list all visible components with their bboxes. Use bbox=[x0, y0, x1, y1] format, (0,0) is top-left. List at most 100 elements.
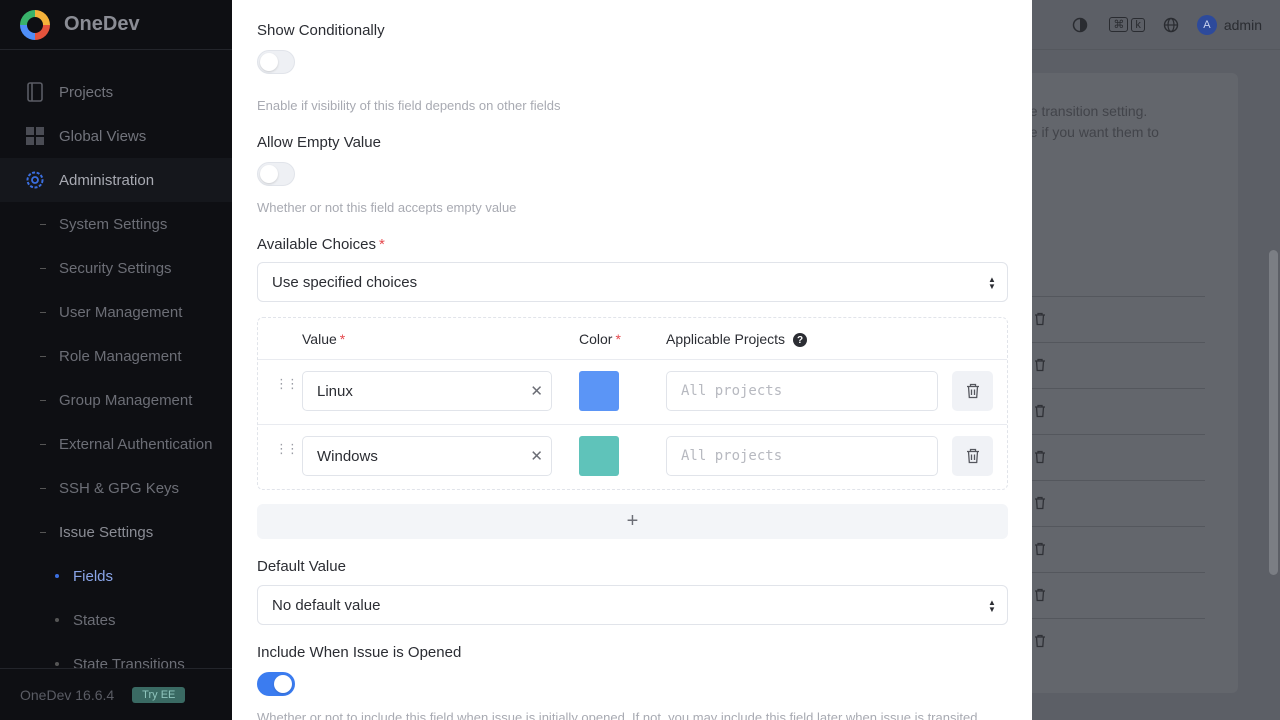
available-choices-label: Available Choices * bbox=[257, 236, 385, 253]
sidebar-item-label: States bbox=[73, 611, 116, 629]
header-text: Value bbox=[302, 331, 337, 347]
sidebar-item-label: User Management bbox=[59, 303, 183, 321]
column-header-color: Color * bbox=[579, 331, 621, 347]
sidebar-item-projects[interactable]: Projects bbox=[0, 70, 232, 114]
select-value: No default value bbox=[272, 596, 381, 614]
include-when-opened-label: Include When Issue is Opened bbox=[257, 644, 462, 661]
sidebar-item-ssh-gpg-keys[interactable]: SSH & GPG Keys bbox=[0, 466, 232, 510]
sidebar-item-label: Issue Settings bbox=[59, 523, 154, 541]
applicable-projects-input[interactable]: All projects bbox=[666, 436, 938, 476]
version-label: OneDev 16.6.4 bbox=[20, 686, 115, 703]
sidebar-nav: Projects Global Views Administration Sys… bbox=[0, 50, 232, 686]
dash-icon bbox=[40, 311, 46, 313]
label-text: Available Choices bbox=[257, 236, 376, 253]
select-value: Use specified choices bbox=[272, 273, 418, 291]
color-swatch[interactable] bbox=[579, 436, 619, 476]
trash-icon bbox=[1035, 588, 1045, 602]
user-menu[interactable]: A admin bbox=[1196, 14, 1262, 35]
sort-caret-icon: ▲ ▼ bbox=[988, 598, 996, 614]
include-when-opened-toggle[interactable] bbox=[257, 672, 295, 696]
dash-icon bbox=[40, 355, 46, 357]
show-conditionally-label: Show Conditionally bbox=[257, 22, 385, 39]
sidebar-item-label: SSH & GPG Keys bbox=[59, 479, 180, 497]
trash-icon bbox=[1035, 312, 1045, 326]
table-row: ⋮⋮ Linux ✕ All projects bbox=[258, 359, 1007, 424]
command-palette-shortcut[interactable]: ⌘ k bbox=[1106, 17, 1145, 32]
sidebar: OneDev Projects Global Views Administrat… bbox=[0, 0, 232, 720]
background-text: ue transition setting. bbox=[1022, 103, 1148, 119]
page-scrollbar[interactable] bbox=[1269, 250, 1278, 575]
dash-icon bbox=[40, 223, 46, 225]
required-mark: * bbox=[378, 236, 385, 253]
trash-icon bbox=[966, 383, 979, 399]
trash-icon bbox=[1035, 542, 1045, 556]
onedev-logo-icon bbox=[20, 9, 50, 40]
brand[interactable]: OneDev bbox=[0, 0, 232, 50]
sidebar-item-group-management[interactable]: Group Management bbox=[0, 378, 232, 422]
delete-row-button[interactable] bbox=[952, 371, 993, 411]
avatar: A bbox=[1196, 14, 1217, 35]
user-name: admin bbox=[1223, 16, 1262, 33]
sidebar-item-global-views[interactable]: Global Views bbox=[0, 114, 232, 158]
required-mark: * bbox=[339, 331, 346, 347]
header-text: Color bbox=[579, 331, 613, 347]
add-choice-button[interactable]: + bbox=[257, 504, 1008, 539]
drag-handle-icon[interactable]: ⋮⋮ bbox=[275, 376, 299, 391]
header-text: Applicable Projects bbox=[666, 331, 786, 347]
sidebar-item-label: External Authentication bbox=[59, 435, 213, 453]
trash-icon bbox=[1035, 404, 1045, 418]
trash-icon bbox=[1035, 634, 1045, 648]
required-mark: * bbox=[615, 331, 621, 347]
sidebar-item-role-management[interactable]: Role Management bbox=[0, 334, 232, 378]
applicable-projects-input[interactable]: All projects bbox=[666, 371, 938, 411]
theme-toggle-icon[interactable] bbox=[1072, 17, 1088, 33]
available-choices-select[interactable]: Use specified choices ▲ ▼ bbox=[257, 262, 1008, 302]
sidebar-item-fields[interactable]: Fields bbox=[0, 554, 232, 598]
globe-icon[interactable] bbox=[1163, 17, 1179, 33]
allow-empty-label: Allow Empty Value bbox=[257, 134, 381, 151]
dot-icon bbox=[55, 574, 59, 578]
help-icon[interactable]: ? bbox=[793, 333, 808, 348]
sidebar-item-security-settings[interactable]: Security Settings bbox=[0, 246, 232, 290]
show-conditionally-hint: Enable if visibility of this field depen… bbox=[257, 98, 561, 113]
try-ee-badge[interactable]: Try EE bbox=[132, 686, 186, 703]
column-header-value: Value * bbox=[302, 331, 345, 347]
choice-value-input[interactable]: Linux ✕ bbox=[302, 371, 552, 411]
delete-row-button[interactable] bbox=[952, 436, 993, 476]
trash-icon bbox=[966, 448, 979, 464]
kbd-k: k bbox=[1131, 17, 1145, 32]
table-row: ⋮⋮ Windows ✕ All projects bbox=[258, 424, 1007, 489]
trash-icon bbox=[1035, 358, 1045, 372]
sidebar-item-label: Role Management bbox=[59, 347, 182, 365]
grid-icon bbox=[25, 126, 45, 146]
default-value-select[interactable]: No default value ▲ ▼ bbox=[257, 585, 1008, 625]
clear-icon[interactable]: ✕ bbox=[530, 382, 543, 400]
sort-caret-icon: ▲ ▼ bbox=[988, 275, 996, 291]
show-conditionally-toggle[interactable] bbox=[257, 50, 295, 74]
sidebar-item-user-management[interactable]: User Management bbox=[0, 290, 232, 334]
dash-icon bbox=[40, 443, 46, 445]
trash-icon bbox=[1035, 496, 1045, 510]
dot-icon bbox=[55, 662, 59, 666]
sidebar-footer: OneDev 16.6.4 Try EE bbox=[0, 668, 232, 720]
input-value: Linux bbox=[317, 382, 353, 400]
dash-icon bbox=[40, 531, 46, 533]
background-text: ge if you want them to bbox=[1022, 124, 1159, 140]
sidebar-item-issue-settings[interactable]: Issue Settings bbox=[0, 510, 232, 554]
sidebar-item-administration[interactable]: Administration bbox=[0, 158, 232, 202]
projects-icon bbox=[25, 82, 45, 102]
choice-value-input[interactable]: Windows ✕ bbox=[302, 436, 552, 476]
clear-icon[interactable]: ✕ bbox=[530, 447, 543, 465]
brand-name: OneDev bbox=[64, 13, 140, 35]
sidebar-item-external-authentication[interactable]: External Authentication bbox=[0, 422, 232, 466]
allow-empty-toggle[interactable] bbox=[257, 162, 295, 186]
default-value-label: Default Value bbox=[257, 558, 346, 575]
choices-table: Value * Color * Applicable Projects? ⋮⋮ Li… bbox=[257, 317, 1008, 490]
sidebar-item-system-settings[interactable]: System Settings bbox=[0, 202, 232, 246]
sidebar-item-label: Security Settings bbox=[59, 259, 172, 277]
sidebar-item-states[interactable]: States bbox=[0, 598, 232, 642]
sidebar-item-label: Fields bbox=[73, 567, 114, 585]
column-header-applicable-projects: Applicable Projects? bbox=[666, 331, 808, 348]
drag-handle-icon[interactable]: ⋮⋮ bbox=[275, 441, 299, 456]
color-swatch[interactable] bbox=[579, 371, 619, 411]
